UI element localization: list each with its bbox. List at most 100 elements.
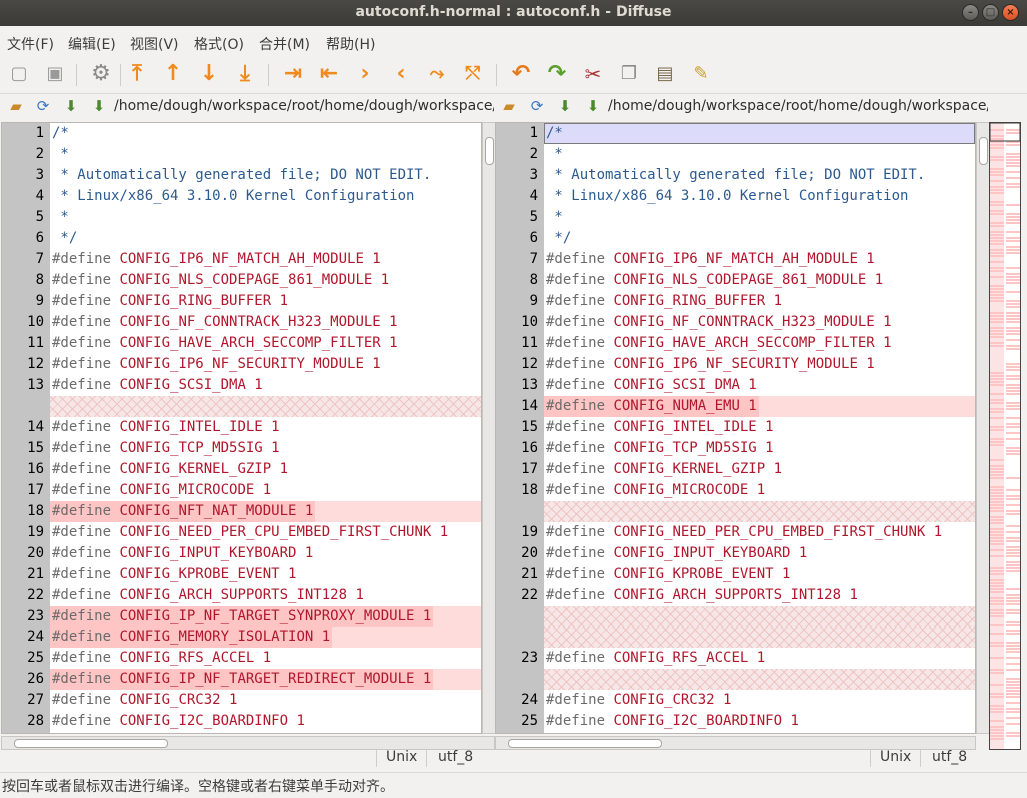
copy-selection-right-icon[interactable]: ⇥ [280,61,306,87]
right-text-pane[interactable]: 1 /* 2 * 3 * Automatically generated file; … [495,122,976,734]
overview-change-marker [990,411,1004,413]
clear-edits-icon[interactable]: ✎ [688,61,714,87]
comment-text: * Linux/x86_64 3.10.0 Kernel Configurati… [546,188,909,204]
left-vertical-scrollbar[interactable] [482,122,496,734]
new-3-way-merge-icon[interactable]: ▣ [42,61,68,87]
right-header: ▰ ⟳ ⬇ ⬇ /home/dough/workspace/root/home/… [496,94,990,121]
close-button[interactable]: × [1002,4,1019,21]
menu-file[interactable]: 文件(F) [7,34,54,54]
line-number: 22 [521,587,538,603]
line-number: 22 [27,587,44,603]
copy-selection-left-icon[interactable]: ⇤ [316,61,342,87]
copy-left-icon[interactable]: ‹ [388,61,414,87]
minimize-button[interactable]: – [962,4,979,21]
overview-change-marker [1006,276,1020,278]
menu-view[interactable]: 视图(V) [130,34,179,54]
paste-icon[interactable]: ▤ [652,61,678,87]
left-text-pane[interactable]: 1 /* 2 * 3 * Automatically generated file; … [1,122,482,734]
overview-change-marker [990,732,1004,734]
code-line: #define CONFIG_INTEL_IDLE 1 [546,417,774,438]
macro-text: CONFIG_TCP_MD5SIG 1 [119,440,280,456]
copy-right-icon[interactable]: › [352,61,378,87]
overview-change-marker [1006,564,1020,566]
redo-icon[interactable]: ↷ [544,61,570,87]
overview-change-marker [990,333,1004,335]
overview-change-marker [1006,363,1020,365]
overview-change-marker [1006,693,1020,695]
line-number: 26 [27,671,44,687]
overview-change-marker [990,708,1004,710]
overview-change-marker [1006,555,1020,557]
open-file-icon[interactable]: ▰ [7,97,25,115]
save-file-as-icon[interactable]: ⬇ [584,97,602,115]
overview-change-marker [1006,330,1020,332]
menu-help[interactable]: 帮助(H) [326,34,375,54]
overview-change-marker [1006,183,1020,185]
scroll-thumb[interactable] [979,137,988,165]
open-file-icon[interactable]: ▰ [500,97,518,115]
scroll-thumb[interactable] [14,739,168,748]
menu-merge[interactable]: 合并(M) [259,34,310,54]
first-difference-icon[interactable]: ⤒ [124,61,150,87]
overview-change-marker [990,159,1004,161]
merge-from-left-icon[interactable]: ⤳ [424,61,450,87]
save-file-icon[interactable]: ⬇ [556,97,574,115]
overview-change-marker [990,609,1004,611]
last-difference-icon[interactable]: ⤓ [232,61,258,87]
maximize-button[interactable]: □ [982,4,999,21]
realign-icon[interactable]: ⚙ [88,61,114,87]
next-difference-icon[interactable]: ↓ [196,61,222,87]
line-number: 12 [27,356,44,372]
previous-difference-icon[interactable]: ↑ [160,61,186,87]
scroll-thumb[interactable] [508,739,662,748]
status-message: 按回车或者鼠标双击进行编译。空格键或者右键菜单手动对齐。 [2,779,394,795]
code-line: #define CONFIG_NUMA_EMU 1 [546,396,757,417]
code-line: #define CONFIG_NF_CONNTRACK_H323_MODULE … [546,312,892,333]
macro-text: CONFIG_INPUT_KEYBOARD 1 [613,545,808,561]
copy-icon[interactable]: ❐ [616,61,642,87]
cut-icon[interactable]: ✂ [580,61,606,87]
overview-change-marker [990,318,1004,320]
overview-change-marker [1006,570,1020,572]
overview-change-marker [990,384,1004,386]
line-number: 18 [27,503,44,519]
line-number: 24 [27,629,44,645]
left-header: ▰ ⟳ ⬇ ⬇ /home/dough/workspace/root/home/… [0,94,496,121]
overview-change-marker [1006,390,1020,392]
line-number: 8 [35,272,44,288]
menu-edit[interactable]: 编辑(E) [68,34,116,54]
save-file-icon[interactable]: ⬇ [62,97,80,115]
code-line: #define CONFIG_IP_NF_TARGET_SYNPROXY_MOD… [52,606,431,627]
macro-text: CONFIG_KERNEL_GZIP 1 [119,461,289,477]
menu-format[interactable]: 格式(O) [194,34,244,54]
overview-change-marker [1006,303,1020,305]
overview-change-marker [990,438,1004,440]
line-number: 17 [27,482,44,498]
code-line: * [546,144,563,165]
define-keyword: #define [52,566,120,582]
comment-text: * [546,146,563,162]
reload-file-icon[interactable]: ⟳ [528,97,546,115]
right-vertical-scrollbar[interactable] [976,122,990,734]
code-line: #define CONFIG_CRC32 1 [546,690,731,711]
title-bar: autoconf.h-normal : autoconf.h - Diffuse… [0,0,1027,26]
new-2-way-merge-icon[interactable]: ▢ [6,61,32,87]
overview-change-marker [1006,453,1020,455]
difference-overview-map[interactable] [989,122,1021,750]
left-file-path: /home/dough/workspace/root/home/dough/wo… [114,98,494,114]
define-keyword: #define [546,692,614,708]
line-number: 13 [521,377,538,393]
overview-change-marker [990,441,1004,443]
scroll-thumb[interactable] [485,137,494,165]
merge-from-right-icon[interactable]: ⤲ [460,61,486,87]
overview-change-marker [1006,240,1020,242]
right-file-path: /home/dough/workspace/root/home/dough/wo… [608,98,988,114]
save-file-as-icon[interactable]: ⬇ [90,97,108,115]
overview-change-marker [990,591,1004,593]
overview-change-marker [990,603,1004,605]
undo-icon[interactable]: ↶ [508,61,534,87]
line-number: 9 [35,293,44,309]
reload-file-icon[interactable]: ⟳ [34,97,52,115]
define-keyword: #define [52,272,120,288]
overview-change-marker [1006,612,1020,614]
